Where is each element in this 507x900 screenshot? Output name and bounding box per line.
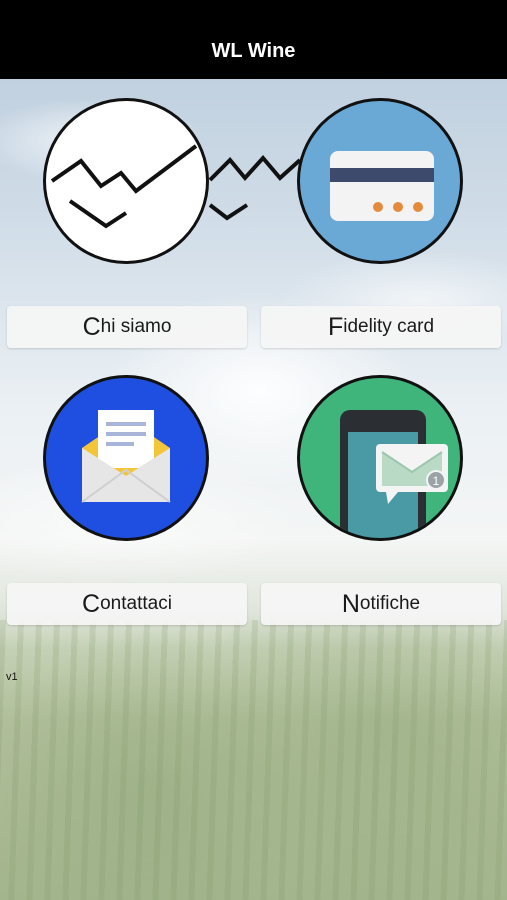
fidelity-card-initial: F — [327, 312, 344, 341]
chi-siamo-button[interactable]: Chi siamo — [7, 306, 247, 348]
credit-card-icon — [330, 151, 434, 221]
notifiche-button[interactable]: Notifiche — [261, 583, 501, 625]
contattaci-initial: C — [82, 589, 101, 618]
fidelity-card-circle[interactable] — [297, 98, 463, 264]
contact-circle[interactable] — [43, 375, 209, 541]
app-header: WL Wine — [0, 0, 507, 79]
notifications-circle[interactable]: 1 — [297, 375, 463, 541]
version-label: v1 — [6, 671, 18, 683]
wl-logo-icon — [50, 144, 198, 229]
chi-siamo-label: hi siamo — [100, 316, 172, 337]
fidelity-card-label: idelity card — [343, 316, 435, 337]
notifiche-initial: N — [341, 589, 360, 618]
contattaci-button[interactable]: Contattaci — [7, 583, 247, 625]
fidelity-card-button[interactable]: Fidelity card — [261, 306, 501, 348]
notification-badge: 1 — [433, 474, 440, 488]
notifiche-label: otifiche — [359, 593, 421, 614]
zigzag-decoration-icon — [208, 154, 302, 221]
phone-message-icon: 1 — [340, 410, 448, 538]
logo-circle[interactable] — [43, 98, 209, 264]
envelope-icon — [81, 410, 171, 503]
chi-siamo-initial: C — [82, 312, 101, 341]
contattaci-label: ontattaci — [100, 593, 172, 614]
app-title: WL Wine — [211, 40, 296, 62]
